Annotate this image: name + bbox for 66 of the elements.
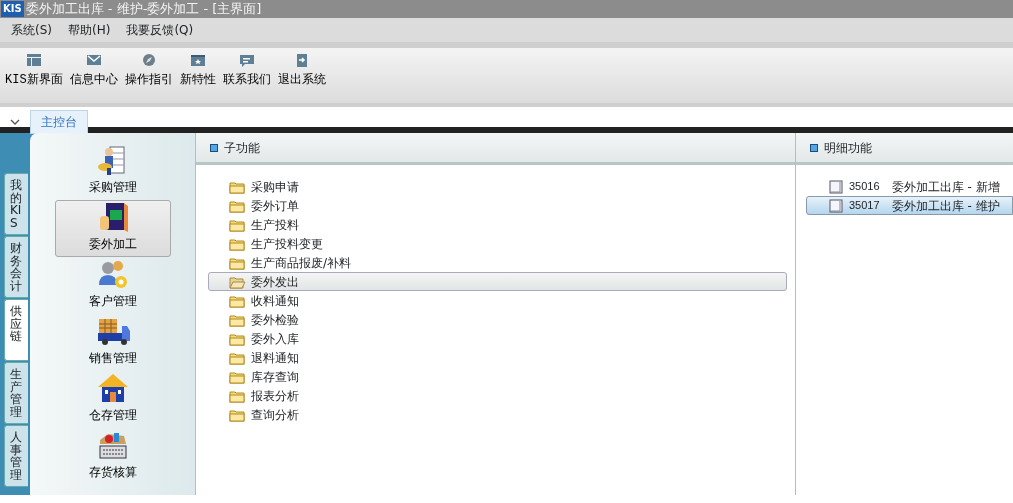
menu-item[interactable]: 帮助(H) bbox=[60, 19, 119, 41]
truck-icon bbox=[96, 316, 130, 346]
toolbar-button[interactable]: 信息中心 bbox=[67, 51, 120, 91]
folder-icon bbox=[229, 350, 246, 365]
folder-item[interactable]: 查询分析 bbox=[208, 405, 787, 424]
folder-item[interactable]: 收料通知 bbox=[208, 291, 787, 310]
folder-item[interactable]: 生产商品报废/补料 bbox=[208, 253, 787, 272]
module-button[interactable]: 仓存管理 bbox=[55, 371, 171, 428]
document-icon bbox=[829, 198, 843, 213]
folder-item[interactable]: 采购申请 bbox=[208, 177, 787, 196]
keyboard-box-icon bbox=[96, 430, 130, 460]
folder-item[interactable]: 委外入库 bbox=[208, 329, 787, 348]
menu-item[interactable]: 系统(S) bbox=[3, 19, 60, 41]
compass-icon bbox=[140, 53, 157, 68]
bullet-icon bbox=[810, 143, 818, 152]
star-box-icon bbox=[189, 53, 206, 68]
module-button[interactable]: 销售管理 bbox=[55, 314, 171, 371]
module-button[interactable]: 采购管理 bbox=[55, 143, 171, 200]
envelope-icon bbox=[85, 53, 102, 68]
document-icon bbox=[829, 179, 843, 194]
folder-item[interactable]: 库存查询 bbox=[208, 367, 787, 386]
toolbar-button[interactable]: 联系我们 bbox=[220, 51, 273, 91]
logo: KIS bbox=[1, 1, 24, 17]
folder-item[interactable]: 报表分析 bbox=[208, 386, 787, 405]
folder-item[interactable]: 委外检验 bbox=[208, 310, 787, 329]
folder-icon bbox=[229, 255, 246, 270]
panel-title: 子功能 bbox=[224, 139, 260, 157]
folder-icon bbox=[229, 198, 246, 213]
folder-item[interactable]: 委外发出 bbox=[208, 272, 787, 291]
module-button[interactable]: 存货核算 bbox=[55, 428, 171, 485]
folder-item[interactable]: 退料通知 bbox=[208, 348, 787, 367]
module-button[interactable]: 委外加工 bbox=[55, 200, 171, 257]
folder-icon bbox=[229, 217, 246, 232]
side-tab[interactable]: 我的KIS bbox=[4, 173, 28, 235]
folder-icon bbox=[229, 388, 246, 403]
folder-item[interactable]: 委外订单 bbox=[208, 196, 787, 215]
bullet-icon bbox=[210, 143, 218, 152]
tab[interactable]: 主控台 bbox=[30, 110, 88, 134]
side-tab[interactable]: 供应链 bbox=[4, 299, 28, 361]
layout-icon bbox=[25, 53, 42, 68]
open-folder-icon bbox=[229, 274, 246, 289]
toolbar-button[interactable]: KIS新界面 bbox=[3, 51, 65, 91]
menu-item[interactable]: 我要反馈(Q) bbox=[118, 19, 202, 41]
people-gear-icon bbox=[96, 259, 130, 289]
folder-icon bbox=[229, 369, 246, 384]
window-title: 委外加工出库 - 维护-委外加工 - [主界面] bbox=[25, 0, 262, 18]
folder-icon bbox=[229, 407, 246, 422]
chat-icon bbox=[238, 53, 255, 68]
folder-icon bbox=[229, 179, 246, 194]
folder-item[interactable]: 生产投料变更 bbox=[208, 234, 787, 253]
side-tab[interactable]: 人事管理 bbox=[4, 425, 28, 487]
toolbar-button[interactable]: 操作指引 bbox=[122, 51, 175, 91]
house-icon bbox=[96, 373, 130, 403]
side-tab[interactable]: 生产管理 bbox=[4, 362, 28, 424]
toolbar-button[interactable]: 新特性 bbox=[177, 51, 218, 91]
folder-icon bbox=[229, 236, 246, 251]
detail-item[interactable]: 35016 委外加工出库 - 新增 bbox=[806, 177, 1013, 196]
panel-title: 明细功能 bbox=[824, 139, 872, 157]
toolbar-button[interactable]: 退出系统 bbox=[275, 51, 328, 91]
module-button[interactable]: 客户管理 bbox=[55, 257, 171, 314]
detail-item[interactable]: 35017 委外加工出库 - 维护 bbox=[806, 196, 1013, 215]
side-tab[interactable]: 财务会计 bbox=[4, 236, 28, 298]
folder-icon bbox=[229, 312, 246, 327]
folder-icon bbox=[229, 293, 246, 308]
folder-item[interactable]: 生产投料 bbox=[208, 215, 787, 234]
folder-icon bbox=[229, 331, 246, 346]
